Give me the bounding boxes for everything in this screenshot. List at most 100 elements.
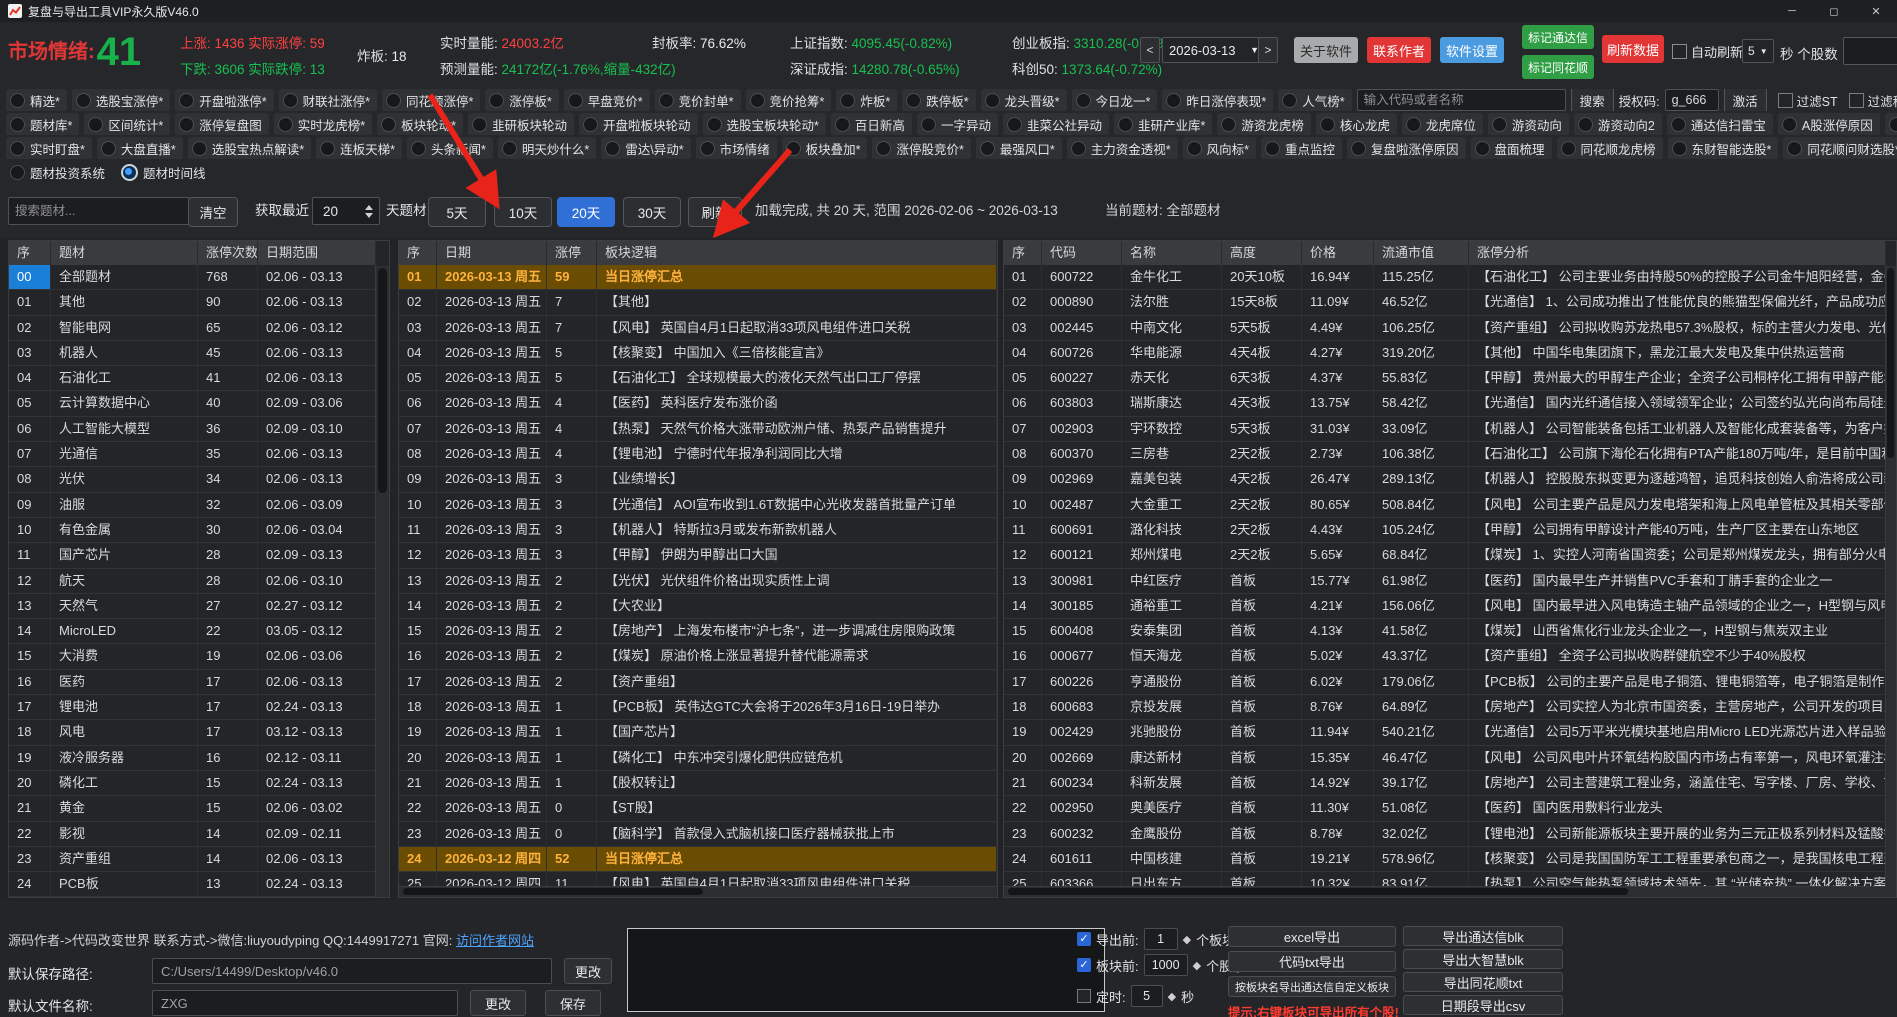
theme-row[interactable]: 21 黄金 15 02.06 - 03.02 [9,796,376,822]
stock-row[interactable]: 21 600234 科新发展 首板 14.92¥ 39.17亿 【房地产】 公司主营建筑工程… [1004,770,1886,797]
filter-tab-主力资金透视[interactable]: 主力资金透视* [1066,137,1178,159]
stock-table-hscrollbar[interactable] [1004,886,1886,897]
stock-row[interactable]: 09 002969 嘉美包装 4天2板 26.47¥ 289.13亿 【机器人】 控股股东拟… [1004,467,1886,493]
logic-row[interactable]: 19 2026-03-13 周五 1 【国产芯片】 [399,720,997,746]
change-path-button[interactable]: 更改 [564,958,612,984]
column-header-序[interactable]: 序 [9,241,51,265]
theme-row[interactable]: 08 光伏 34 02.06 - 03.13 [9,467,376,493]
filter-tab-头条新闻[interactable]: 头条新闻* [407,137,493,159]
filter-tab-龙虎席位[interactable]: 龙虎席位 [1401,113,1483,135]
theme-row[interactable]: 24 PCB板 13 02.24 - 03.13 [9,872,376,897]
theme-row[interactable]: 05 云计算数据中心 40 02.09 - 03.06 [9,391,376,417]
theme-row[interactable]: 01 其他 90 02.06 - 03.13 [9,290,376,316]
filter-tab-选股宝涨停[interactable]: 选股宝涨停* [71,89,171,111]
filter-tab-龙头晋级[interactable]: 龙头晋级* [980,89,1067,111]
code-txt-export-button[interactable]: 代码txt导出 [1228,951,1396,972]
column-header-序[interactable]: 序 [399,241,437,265]
logic-row[interactable]: 12 2026-03-13 周五 3 【甲醇】 伊朗为甲醇出口大国 [399,543,997,569]
filter-tab-韭研产业库[interactable]: 韭研产业库* [1113,113,1213,135]
code-search-input[interactable] [1356,89,1566,111]
stock-table-vscrollbar[interactable] [1885,266,1896,897]
checkbox-过滤ST[interactable]: 过滤ST [1777,91,1838,110]
stepper-icon[interactable]: ◆ [1183,933,1191,946]
day-button-10[interactable]: 10天 [494,197,552,227]
filter-tab-韭菜公社异动[interactable]: 韭菜公社异动 [1002,113,1109,135]
filter-tab-同花顺龙虎榜[interactable]: 同花顺龙虎榜 [1556,137,1663,159]
filter-tab-炸板[interactable]: 炸板* [836,89,898,111]
save-path-input[interactable] [152,958,552,984]
filter-tab-开盘啦板块轮动[interactable]: 开盘啦板块轮动 [579,113,698,135]
theme-row[interactable]: 02 智能电网 65 02.06 - 03.12 [9,315,376,341]
theme-row[interactable]: 16 医药 17 02.06 - 03.13 [9,669,376,696]
stock-row[interactable]: 04 600726 华电能源 4天4板 4.27¥ 319.20亿 【其他】 中国华电集团旗… [1004,340,1886,367]
logic-row[interactable]: 20 2026-03-13 周五 1 【磷化工】 中东冲突引爆化肥供应链危机 [399,745,997,771]
stock-row[interactable]: 01 600722 金牛化工 20天10板 16.94¥ 115.25亿 【石油化工】 公司… [1004,265,1886,291]
theme-row[interactable]: 23 资产重组 14 02.06 - 03.13 [9,846,376,873]
auth-code-input[interactable] [1664,89,1719,111]
theme-row[interactable]: 07 光通信 35 02.06 - 03.13 [9,442,376,468]
theme-row[interactable]: 12 航天 28 02.06 - 03.10 [9,568,376,594]
day-button-20[interactable]: 20天 [557,197,615,227]
stock-row[interactable]: 15 600408 安泰集团 首板 4.13¥ 41.58亿 【煤炭】 山西省焦化行业龙头企… [1004,619,1886,645]
filter-tab-核心龙虎[interactable]: 核心龙虎 [1315,113,1397,135]
column-header-日期[interactable]: 日期 [437,241,547,265]
column-header-代码[interactable]: 代码 [1042,241,1122,265]
filter-tab-题材时间线[interactable]: 题材时间线 [117,161,213,183]
logic-row[interactable]: 09 2026-03-13 周五 3 【业绩增长】 [399,467,997,493]
date-select[interactable]: 2026-03-13 ▼ [1162,37,1266,63]
filter-tab-实时龙虎榜[interactable]: 实时龙虎榜* [273,113,373,135]
stock-count-input[interactable] [1843,37,1897,65]
filter-tab-财联社涨停[interactable]: 财联社涨停* [278,89,377,111]
filter-tab-盘面梳理[interactable]: 盘面梳理 [1470,137,1552,159]
filter-tab-市场情绪[interactable]: 市场情绪 [695,137,777,159]
column-header-价格[interactable]: 价格 [1302,241,1374,265]
column-header-涨停[interactable]: 涨停 [547,241,597,265]
stock-row[interactable]: 12 600121 郑州煤电 2天2板 5.65¥ 68.84亿 【煤炭】 1、实控人河南省… [1004,543,1886,569]
logic-row[interactable]: 11 2026-03-13 周五 3 【机器人】 特斯拉3月或发布新款机器人 [399,517,997,544]
column-header-名称[interactable]: 名称 [1122,241,1222,265]
column-header-板块逻辑[interactable]: 板块逻辑 [597,241,997,265]
search-button[interactable]: 搜索 [1570,89,1614,111]
filter-tab-连板天梯[interactable]: 连板天梯* [316,137,402,159]
filter-tab-大盘直播[interactable]: 大盘直播* [96,137,183,159]
filter-tab-雷达异动[interactable]: 雷达\异动* [601,137,691,159]
theme-row[interactable]: 09 油服 32 02.06 - 03.09 [9,492,376,518]
file-name-input[interactable] [152,990,458,1016]
filter-tab-区间统计[interactable]: 区间统计* [84,113,171,135]
filter-tab-开盘啦涨停[interactable]: 开盘啦涨停* [175,89,274,111]
about-button[interactable]: 关于软件 [1294,37,1358,63]
filter-tab-风向标[interactable]: 风向标* [1182,137,1256,159]
theme-search-input[interactable] [8,197,190,225]
filter-tab-复盘啦涨停原因[interactable]: 复盘啦涨停原因 [1347,137,1466,159]
logic-row[interactable]: 21 2026-03-13 周五 1 【股权转让】 [399,770,997,797]
filter-tab-板块轮动[interactable]: 板块轮动* [377,113,464,135]
stock-row[interactable]: 24 601611 中国核建 首板 19.21¥ 578.96亿 【核聚变】 公司是我国国防… [1004,846,1886,873]
filter-tab-涨停板[interactable]: 涨停板* [485,89,559,111]
filter-tab-昨日涨停表现[interactable]: 昨日涨停表现* [1162,89,1274,111]
refresh-button[interactable]: 刷新 [688,197,742,227]
activate-button[interactable]: 激活 [1723,89,1767,111]
filter-tab-同花顺涨停[interactable]: 同花顺涨停* [382,89,481,111]
block-before-input[interactable]: 1000 [1143,954,1188,976]
refresh-data-button[interactable]: 刷新数据 [1602,35,1664,63]
filter-tab-东财智能选股[interactable]: 东财智能选股* [1667,137,1779,159]
filter-tab-早盘竞价[interactable]: 早盘竞价* [563,89,650,111]
day-button-5[interactable]: 5天 [428,197,486,227]
next-date-button[interactable]: > [1258,37,1278,63]
logic-row[interactable]: 16 2026-03-13 周五 2 【煤炭】 原油价格上涨显著提升替代能源需求 [399,644,997,670]
filter-tab-明天炒什么[interactable]: 明天炒什么* [497,137,597,159]
logic-row[interactable]: 18 2026-03-13 周五 1 【PCB板】 英伟达GTC大会将于2026年3月… [399,695,997,721]
theme-row[interactable]: 13 天然气 27 02.27 - 03.12 [9,593,376,620]
stock-row[interactable]: 03 002445 中南文化 5天5板 4.49¥ 106.25亿 【资产重组】 公司拟收购… [1004,315,1886,341]
mark-ths-button[interactable]: 标记同花顺 [1522,55,1594,79]
stock-row[interactable]: 14 300185 通裕重工 首板 4.21¥ 156.06亿 【风电】 国内最早进入风电铸… [1004,593,1886,620]
filter-tab-题材投资系统[interactable]: 题材投资系统 [6,161,112,183]
logic-row[interactable]: 14 2026-03-13 周五 2 【大农业】 [399,593,997,620]
logic-row[interactable]: 23 2026-03-13 周五 0 【脑科学】 首款侵入式脑机接口医疗器械获批上市 [399,821,997,847]
filter-tab-百日新高[interactable]: 百日新高 [830,113,912,135]
logic-row[interactable]: 06 2026-03-13 周五 4 【医药】 英科医疗发布涨价函 [399,391,997,417]
filter-tab-选股宝热点解读[interactable]: 选股宝热点解读* [187,137,312,159]
unchecked-checkbox-icon[interactable] [1077,989,1091,1003]
logic-row[interactable]: 01 2026-03-13 周五 59 当日涨停汇总 [399,265,997,291]
filter-tab-涨停股竞价[interactable]: 涨停股竞价* [872,137,971,159]
